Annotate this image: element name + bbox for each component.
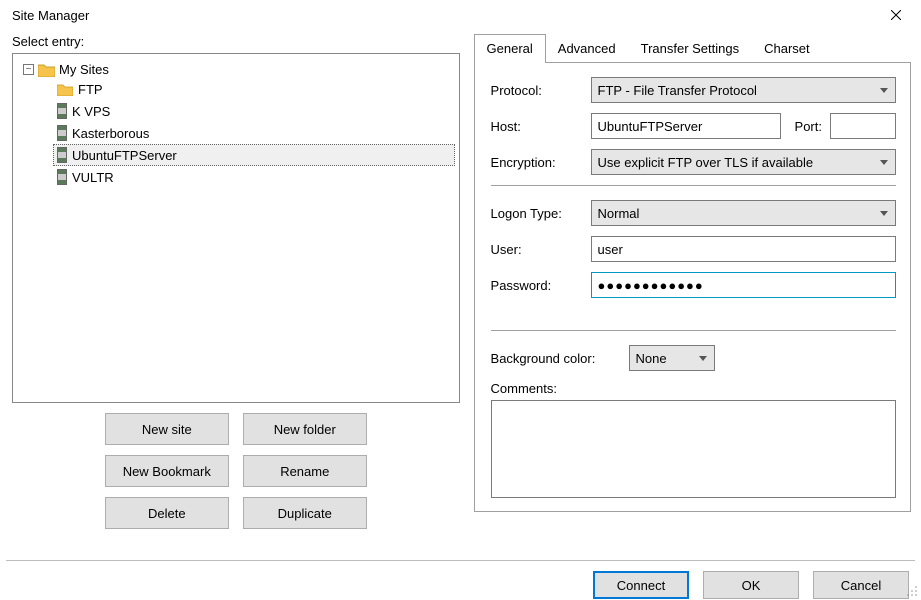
background-color-label: Background color: — [491, 351, 621, 366]
title-bar: Site Manager — [0, 0, 921, 30]
tree-item-label: Kasterborous — [72, 126, 149, 141]
comments-label: Comments: — [491, 381, 557, 396]
logon-type-label: Logon Type: — [491, 206, 583, 221]
settings-panel: General Advanced Transfer Settings Chars… — [474, 34, 911, 550]
duplicate-button[interactable]: Duplicate — [243, 497, 367, 529]
delete-button[interactable]: Delete — [105, 497, 229, 529]
dialog-buttons: Connect OK Cancel — [0, 561, 921, 599]
logon-type-select[interactable]: Normal — [591, 200, 896, 226]
protocol-select[interactable]: FTP - File Transfer Protocol — [591, 77, 896, 103]
user-input[interactable] — [591, 236, 896, 262]
encryption-label: Encryption: — [491, 155, 583, 170]
background-color-select[interactable]: None — [629, 345, 715, 371]
port-input[interactable] — [830, 113, 896, 139]
entry-panel: Select entry: − My Sites FTP K VPS — [12, 34, 460, 550]
password-input[interactable] — [591, 272, 896, 298]
general-panel: Protocol: FTP - File Transfer Protocol H… — [474, 62, 911, 512]
divider — [491, 330, 896, 331]
tree-item[interactable]: K VPS — [53, 100, 455, 122]
tree-item-label: FTP — [78, 82, 103, 97]
close-icon — [891, 10, 901, 20]
new-bookmark-button[interactable]: New Bookmark — [105, 455, 229, 487]
folder-icon — [57, 83, 73, 96]
rename-button[interactable]: Rename — [243, 455, 367, 487]
tree-item-label: K VPS — [72, 104, 110, 119]
encryption-select[interactable]: Use explicit FTP over TLS if available — [591, 149, 896, 175]
server-icon — [57, 103, 67, 119]
divider — [491, 185, 896, 186]
tree-item[interactable]: UbuntuFTPServer — [53, 144, 455, 166]
collapse-icon[interactable]: − — [23, 64, 34, 75]
close-button[interactable] — [879, 3, 913, 27]
port-label: Port: — [795, 119, 822, 134]
tree-item[interactable]: Kasterborous — [53, 122, 455, 144]
site-tree[interactable]: − My Sites FTP K VPS — [12, 53, 460, 403]
tree-children: FTP K VPS Kasterborous UbuntuFTPServer V… — [53, 79, 455, 188]
server-icon — [57, 169, 67, 185]
tree-item[interactable]: FTP — [53, 79, 455, 100]
host-input[interactable] — [591, 113, 781, 139]
tree-item[interactable]: VULTR — [53, 166, 455, 188]
new-site-button[interactable]: New site — [105, 413, 229, 445]
tree-item-label: UbuntuFTPServer — [72, 148, 177, 163]
comments-textarea[interactable] — [491, 400, 896, 498]
new-folder-button[interactable]: New folder — [243, 413, 367, 445]
server-icon — [57, 125, 67, 141]
entry-buttons: New site New folder New Bookmark Rename … — [12, 413, 460, 529]
resize-grip-icon[interactable] — [905, 584, 919, 598]
tab-general[interactable]: General — [474, 34, 546, 63]
user-label: User: — [491, 242, 583, 257]
protocol-label: Protocol: — [491, 83, 583, 98]
ok-button[interactable]: OK — [703, 571, 799, 599]
select-entry-label: Select entry: — [12, 34, 460, 49]
tree-root[interactable]: − My Sites — [17, 60, 455, 79]
tab-strip: General Advanced Transfer Settings Chars… — [474, 34, 911, 62]
tab-charset[interactable]: Charset — [751, 36, 823, 62]
tab-advanced[interactable]: Advanced — [545, 36, 629, 62]
host-label: Host: — [491, 119, 583, 134]
server-icon — [57, 147, 67, 163]
tab-transfer-settings[interactable]: Transfer Settings — [628, 36, 753, 62]
tree-root-label: My Sites — [59, 62, 109, 77]
folder-icon — [38, 63, 55, 77]
connect-button[interactable]: Connect — [593, 571, 689, 599]
tree-item-label: VULTR — [72, 170, 114, 185]
cancel-button[interactable]: Cancel — [813, 571, 909, 599]
password-label: Password: — [491, 278, 583, 293]
window-title: Site Manager — [12, 8, 89, 23]
